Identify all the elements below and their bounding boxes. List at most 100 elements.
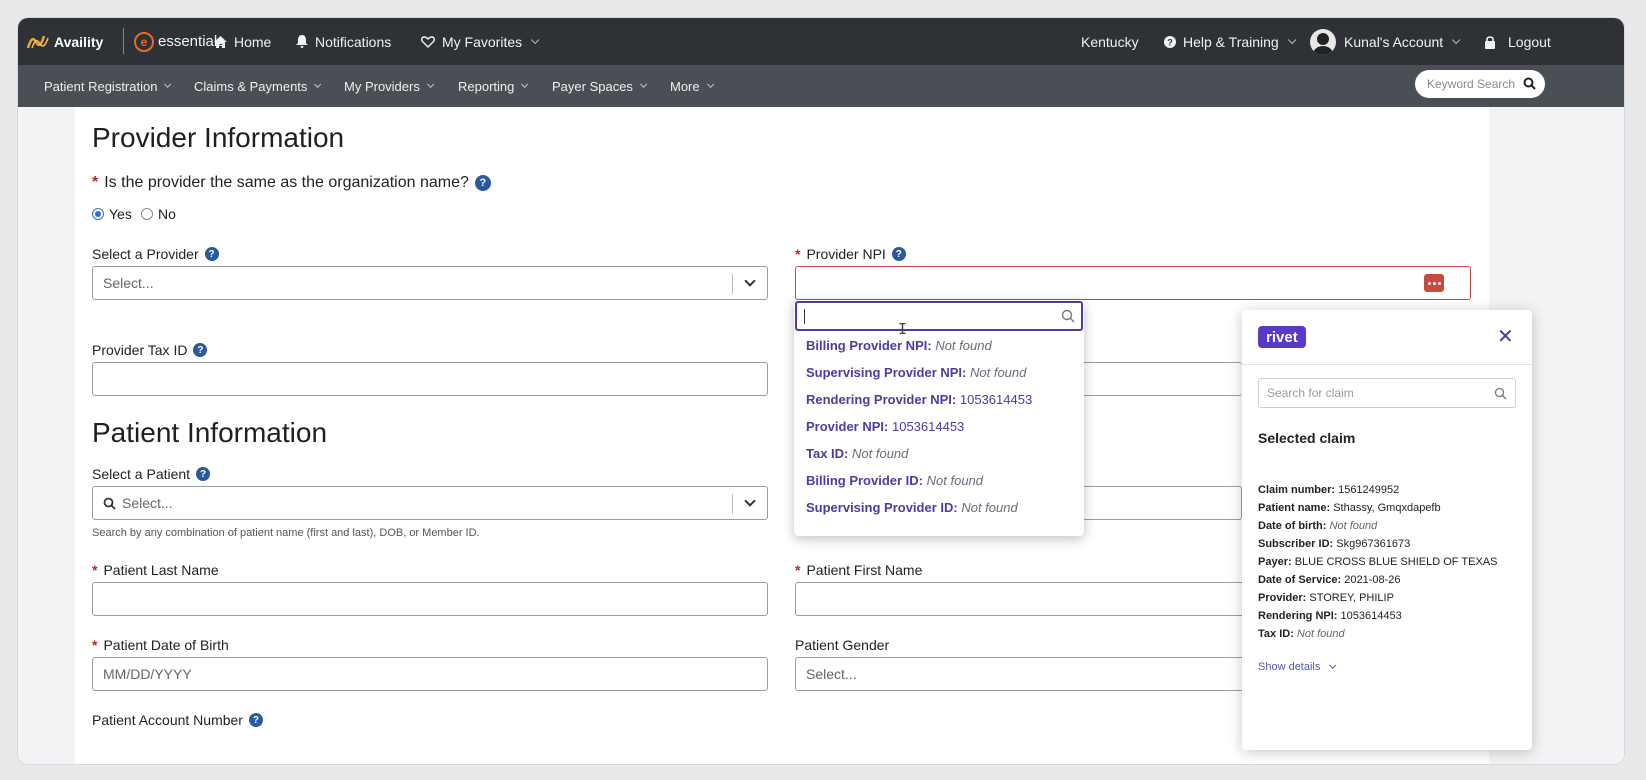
claim-field-key: Tax ID: [1258,628,1294,640]
patient-last-name-input[interactable] [92,582,768,616]
label-text: Provider NPI [806,246,886,262]
chevron-down-icon[interactable] [744,275,756,287]
claim-field-row: Provider: STOREY, PHILIP [1258,592,1394,604]
dd-option[interactable]: Supervising Provider ID: Not found [806,500,1018,515]
option-label: Billing Provider NPI: [806,338,932,353]
help-icon[interactable]: ? [474,175,491,191]
claim-field-key: Provider: [1258,592,1307,604]
option-label: Provider NPI: [806,419,889,434]
claim-field-row: Payer: BLUE CROSS BLUE SHIELD OF TEXAS [1258,556,1497,568]
select-provider-label: Select a Provider ? [92,246,219,262]
dd-option[interactable]: Supervising Provider NPI: Not found [806,365,1026,380]
claim-field-key: Date of Service: [1258,574,1342,586]
option-label: Supervising Provider ID: [806,500,958,515]
search-icon [1061,309,1075,323]
nav-patient-registration[interactable]: Patient Registration [44,65,172,107]
right-field-partial[interactable] [1082,486,1242,520]
patient-dob-label: * Patient Date of Birth [92,637,229,653]
claim-search-input[interactable]: Search for claim [1258,378,1516,408]
radio-no-label: No [158,206,176,222]
nav-payer-spaces[interactable]: Payer Spaces [552,65,648,107]
selected-claim-title: Selected claim [1258,430,1356,446]
radio-yes-indicator[interactable] [92,208,104,220]
claim-search-placeholder: Search for claim [1267,386,1354,400]
logout-link[interactable]: Logout [1484,18,1551,65]
patient-first-name-input[interactable] [795,582,1255,616]
provider-tax-id-input[interactable] [92,362,768,396]
help-icon[interactable]: ? [196,467,211,481]
option-value: Not found [852,446,909,461]
provider-info-heading: Provider Information [92,122,345,153]
rivet-autofill-button[interactable] [1424,274,1444,292]
radio-no[interactable]: No [141,206,176,222]
nav-claims-payments[interactable]: Claims & Payments [194,65,322,107]
show-details-toggle[interactable]: Show details [1258,661,1337,673]
availity-logo[interactable]: Availity [26,18,103,65]
logout-label: Logout [1508,33,1551,50]
required-asterisk: * [795,562,801,578]
claim-field-value: BLUE CROSS BLUE SHIELD OF TEXAS [1294,556,1498,568]
nav-label: Reporting [458,78,515,94]
help-icon[interactable]: ? [193,343,208,357]
select-patient-dropdown[interactable]: Select... [92,486,768,520]
gender-placeholder: Select... [806,666,857,682]
label-text: Patient Gender [795,637,890,653]
claim-field-key: Patient name: [1258,502,1331,514]
patient-gender-select[interactable]: Select... [795,657,1255,691]
chevron-down-icon [531,35,540,44]
option-value: 1053614453 [959,392,1033,407]
help-icon[interactable]: ? [891,247,906,261]
essentials-logo[interactable]: e essentials [134,18,225,65]
claim-field-row: Patient name: Sthassy, Gmqxdapefb [1258,502,1441,514]
patient-dob-input[interactable]: MM/DD/YYYY [92,657,768,691]
keyword-search-placeholder: Keyword Search [1427,77,1516,91]
select-provider-dropdown[interactable]: Select... [92,266,768,300]
dd-option[interactable]: Tax ID: Not found [806,446,908,461]
home-link[interactable]: Home [214,18,271,65]
dropdown-search-input[interactable] [795,301,1083,331]
dd-option[interactable]: Rendering Provider NPI: 1053614453 [806,392,1032,407]
radio-no-indicator[interactable] [141,208,153,220]
right-field-partial[interactable] [1082,362,1242,396]
account-menu[interactable]: Kunal's Account [1310,18,1461,65]
bell-icon [296,35,308,48]
radio-yes[interactable]: Yes [92,206,132,222]
patient-search-hint: Search by any combination of patient nam… [92,527,480,539]
search-icon [1494,387,1507,400]
claim-field-key: Claim number: [1258,484,1336,496]
dd-option[interactable]: Billing Provider NPI: Not found [806,338,992,353]
dd-option[interactable]: Billing Provider ID: Not found [806,473,983,488]
nav-label: Patient Registration [44,78,158,94]
notifications-link[interactable]: Notifications [296,18,391,65]
claim-field-value: STOREY, PHILIP [1309,592,1394,604]
state-selector[interactable]: Kentucky [1081,18,1139,65]
app-window: Availity e essentials Home Notifications… [18,18,1624,764]
help-icon[interactable]: ? [204,247,219,261]
select-provider-placeholder: Select... [103,275,154,291]
claim-field-key: Date of birth: [1258,520,1327,532]
help-icon[interactable]: ? [248,713,263,727]
claim-field-row: Subscriber ID: Skg967361673 [1258,538,1410,550]
keyword-search-input[interactable]: Keyword Search [1415,70,1545,98]
chevron-down-icon [706,80,714,88]
rivet-logo: rivet [1258,326,1306,348]
favorites-menu[interactable]: My Favorites [421,18,540,65]
provider-npi-input[interactable] [795,266,1471,300]
required-asterisk: * [92,562,98,578]
required-asterisk: * [795,246,801,262]
chevron-down-icon[interactable] [744,495,756,507]
svg-text:?: ? [1167,37,1173,47]
select-patient-placeholder: Select... [122,495,173,511]
dot [1427,281,1431,285]
home-icon [214,35,227,48]
npi-suggestion-dropdown: Billing Provider NPI: Not found Supervis… [794,300,1084,536]
dot [1432,281,1436,285]
label-text: Patient Account Number [92,712,243,728]
nav-my-providers[interactable]: My Providers [344,65,435,107]
nav-reporting[interactable]: Reporting [458,65,529,107]
nav-more[interactable]: More [670,65,714,107]
help-training-menu[interactable]: ? Help & Training [1164,18,1297,65]
dd-option[interactable]: Provider NPI: 1053614453 [806,419,964,434]
close-icon[interactable]: ✕ [1497,327,1514,347]
top-bar: Availity e essentials Home Notifications… [18,18,1624,65]
